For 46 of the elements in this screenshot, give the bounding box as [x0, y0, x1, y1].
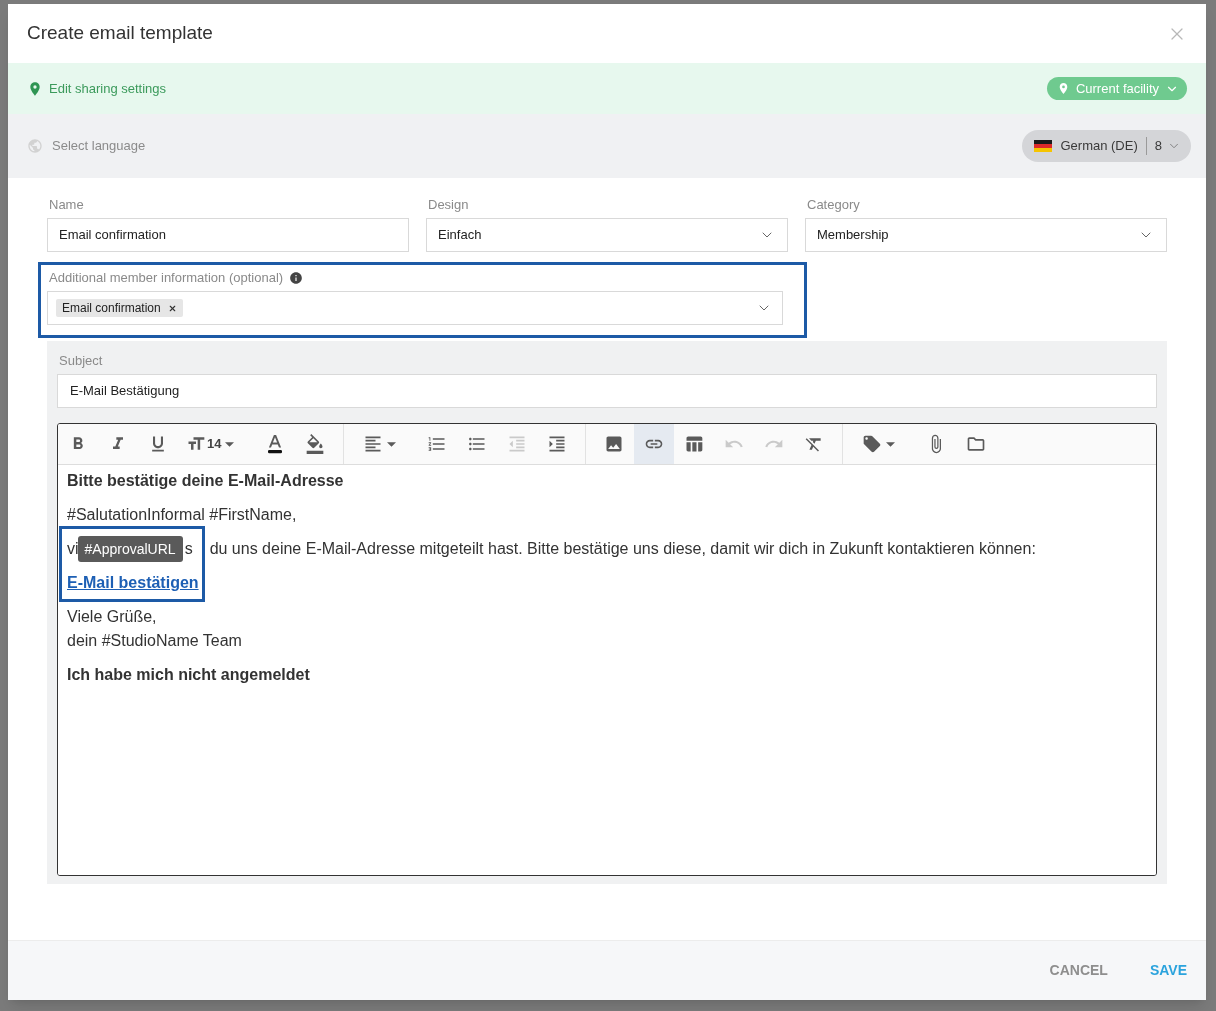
email-link[interactable]: E-Mail bestätigen — [67, 574, 199, 591]
tag-icon — [862, 434, 882, 454]
multi-select[interactable]: Email confirmation — [47, 291, 783, 325]
pin-icon — [27, 80, 43, 97]
url-tooltip: #ApprovalURL — [77, 536, 183, 562]
version-count: 8 — [1154, 137, 1162, 156]
caret-icon — [387, 441, 396, 447]
language-dropdown[interactable]: German (DE) 8 — [1022, 130, 1191, 162]
subject-input[interactable]: E-Mail Bestätigung — [57, 374, 1157, 408]
field-label: Name — [48, 197, 85, 213]
paragraph-text: #SalutationInformal #FirstName, — [67, 505, 297, 525]
link-button[interactable] — [634, 424, 674, 464]
signature-line: Viele Grüße, — [67, 607, 157, 627]
bold-paragraph: Ich habe mich nicht angemeldet — [67, 665, 310, 685]
bold-paragraph: Bitte bestätige deine E-Mail-Adresse — [67, 471, 344, 491]
numbered-list-icon — [427, 434, 447, 454]
flag-icon — [1034, 140, 1053, 152]
indent-increase-icon — [547, 434, 567, 454]
dropdown-select[interactable]: Membership — [805, 218, 1167, 252]
align-left-icon — [363, 434, 383, 454]
text-color-icon — [265, 434, 285, 454]
caret-icon — [886, 441, 895, 447]
field-label: Subject — [58, 353, 104, 369]
rich-text-editor[interactable] — [57, 423, 1157, 876]
paragraph-text: du uns deine E-Mail-Adresse mitgeteilt hast. Bitte bestätige uns diese, damit wir dich in Zukunft kontaktieren können: — [209, 539, 1036, 559]
dropdown-select[interactable]: Einfach — [426, 218, 788, 252]
field-label: Category — [806, 197, 861, 213]
signature-line: dein #StudioName Team — [67, 631, 242, 651]
chip-label: Email confirmation — [62, 300, 161, 317]
table-icon — [684, 434, 704, 454]
language-label: Select language — [52, 137, 146, 156]
dialog-title: Create email template — [27, 21, 213, 46]
text-fragment: vi — [67, 539, 79, 559]
text-input[interactable]: Email confirmation — [47, 218, 409, 252]
text-fragment: s — [184, 539, 193, 559]
indent-decrease-icon — [507, 434, 527, 454]
remove-icon[interactable] — [167, 303, 177, 313]
font-size-button[interactable]: 14 — [178, 424, 255, 464]
field-label: Design — [427, 197, 470, 213]
field-label: Additional member information (optional) — [49, 270, 284, 286]
folder-icon — [966, 434, 986, 454]
globe-icon — [27, 138, 43, 154]
image-icon — [604, 434, 624, 454]
caret-icon — [225, 441, 235, 447]
paint-bucket-icon — [305, 434, 325, 454]
info-icon — [289, 271, 304, 285]
